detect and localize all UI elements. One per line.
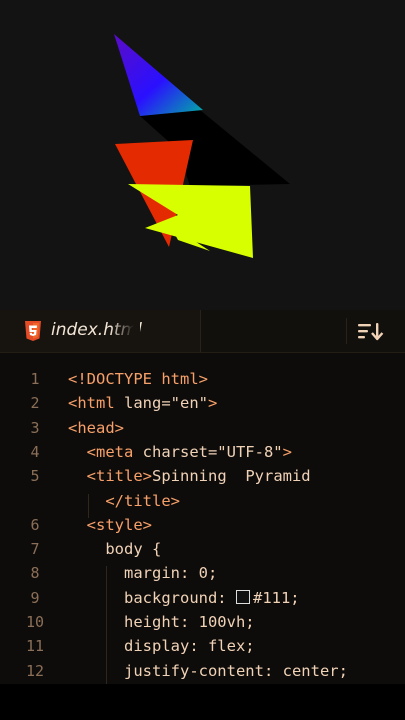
token-tag: > [282, 442, 292, 461]
token-prop: margin: 0; [68, 564, 218, 583]
token-tag: <meta [68, 442, 143, 461]
token-prop: height: 100vh; [68, 613, 255, 631]
code-line[interactable]: 10 height: 100vh; [0, 613, 405, 637]
code-line[interactable]: 6 <style> [0, 516, 405, 540]
token-tag: <head> [68, 418, 124, 437]
line-text: justify-content: center; [68, 662, 348, 680]
line-number: 2 [30, 394, 40, 413]
tab-bar: index.html [0, 310, 405, 353]
pyramid-face-blue [114, 34, 203, 116]
pyramid-face-yellow [128, 184, 253, 258]
token-tag: <!DOCTYPE html> [68, 370, 208, 388]
line-text: <style> [68, 516, 152, 534]
spinning-pyramid [114, 34, 290, 258]
tab-label-fade [110, 318, 140, 344]
line-number: 3 [30, 418, 40, 437]
line-text: margin: 0; [68, 564, 217, 582]
token-attr: charset="UTF-8" [142, 442, 283, 461]
indent-guide [88, 493, 89, 518]
indent-guide [106, 566, 107, 684]
tabbar-divider [346, 318, 347, 344]
line-number: 4 [30, 442, 40, 461]
token-tag: <html [68, 394, 124, 413]
token-prop: body { [68, 540, 162, 559]
code-line[interactable]: 11 display: flex; [0, 637, 405, 661]
line-text: display: flex; [68, 637, 255, 655]
code-line[interactable]: 7 body { [0, 540, 405, 564]
line-text: height: 100vh; [68, 613, 255, 631]
line-number: 5 [30, 467, 40, 486]
token-tag: > [208, 394, 218, 413]
line-number: 12 [25, 661, 45, 680]
token-tag: <title> [68, 467, 152, 486]
token-prop: #111; [252, 588, 300, 607]
line-number: 9 [30, 588, 40, 607]
line-text: <html lang="en"> [68, 394, 217, 412]
token-punc: Spinning Pyramid [152, 467, 311, 486]
token-prop: display: flex; [68, 637, 255, 656]
token-prop: justify-content: center; [68, 661, 348, 680]
line-text: <!DOCTYPE html> [68, 370, 208, 388]
line-number: 1 [30, 370, 40, 388]
line-text: <title>Spinning Pyramid [68, 467, 311, 485]
code-line[interactable]: 9 background: #111; [0, 589, 405, 613]
token-prop: background: [68, 588, 236, 607]
line-text: body { [68, 540, 161, 558]
preview-canvas [0, 0, 405, 310]
token-tag: </title> [68, 491, 180, 510]
token-tag: <style> [68, 515, 152, 534]
code-editor: index.html 1 <!DOCTYPE html> 2 <html lang="… [0, 310, 405, 684]
code-line[interactable]: 3 <head> [0, 419, 405, 443]
code-line[interactable]: 8 margin: 0; [0, 564, 405, 588]
code-line[interactable]: 5 <title>Spinning Pyramid [0, 467, 405, 491]
line-text: <meta charset="UTF-8"> [68, 443, 292, 461]
line-number: 8 [30, 564, 40, 583]
code-line[interactable]: 2 <html lang="en"> [0, 394, 405, 418]
html5-icon [25, 321, 41, 341]
line-text: </title> [68, 492, 180, 510]
line-text: <head> [68, 419, 124, 437]
line-number: 11 [25, 637, 45, 656]
line-text: background: #111; [68, 589, 300, 607]
code-line[interactable]: 1 <!DOCTYPE html> [0, 370, 405, 394]
color-swatch[interactable] [235, 589, 250, 604]
bottom-bar [0, 684, 405, 720]
code-line[interactable]: 4 <meta charset="UTF-8"> [0, 443, 405, 467]
line-number: 6 [30, 515, 40, 534]
token-attr: lang="en" [124, 394, 208, 413]
code-line[interactable]: 12 justify-content: center; [0, 662, 405, 684]
line-number: 7 [30, 540, 40, 559]
sort-descending-icon[interactable] [356, 320, 384, 342]
tab-index-html[interactable]: index.html [0, 310, 201, 352]
line-number: 10 [25, 613, 45, 631]
code-line[interactable]: </title> [0, 492, 405, 516]
